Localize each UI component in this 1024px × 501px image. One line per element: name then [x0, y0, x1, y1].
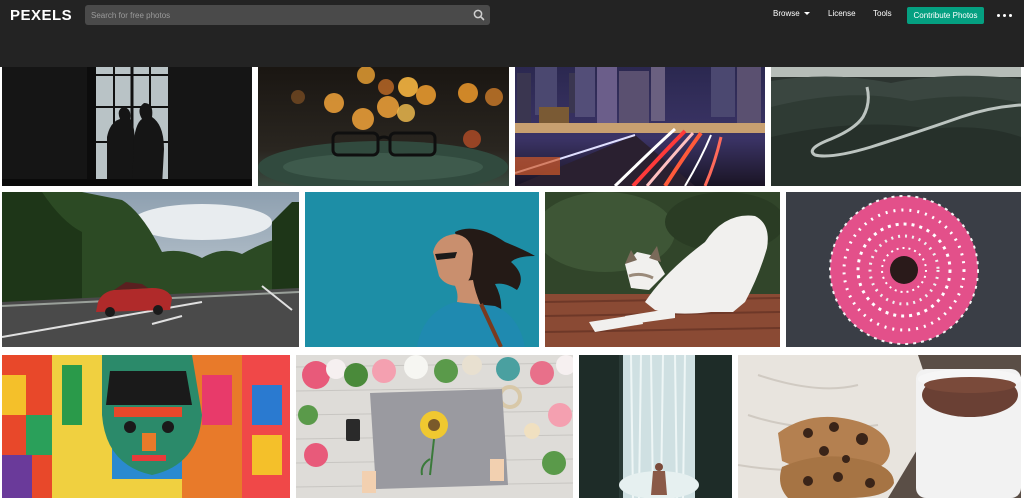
browse-label: Browse: [773, 9, 800, 18]
photo-winding-mountain-road[interactable]: [771, 67, 1021, 186]
tools-link[interactable]: Tools: [873, 9, 892, 18]
pexels-logo[interactable]: PEXELS: [10, 7, 72, 24]
photo-colorful-mural-face[interactable]: [2, 355, 290, 498]
photo-city-night-traffic[interactable]: [515, 67, 765, 186]
contribute-photos-button[interactable]: Contribute Photos: [907, 7, 984, 24]
license-link[interactable]: License: [828, 9, 856, 18]
photo-woman-teal-background[interactable]: [305, 192, 539, 347]
ellipsis-icon[interactable]: [997, 8, 1013, 22]
photo-cat-stretching[interactable]: [545, 192, 780, 347]
search-input[interactable]: [85, 5, 465, 25]
photo-cookies-hot-chocolate[interactable]: [738, 355, 1021, 498]
photo-pink-sprinkled-donut[interactable]: [786, 192, 1021, 347]
photo-flowers-sunflower-drawing[interactable]: [296, 355, 573, 498]
chevron-down-icon: [803, 12, 810, 15]
top-navigation-bar: PEXELS Browse License Tools Contribute P…: [0, 0, 1024, 67]
photo-couple-silhouette-window[interactable]: [2, 67, 252, 186]
photo-eyeglasses-bokeh[interactable]: [258, 67, 509, 186]
search-box[interactable]: [85, 5, 490, 25]
photo-waterfall-person[interactable]: [579, 355, 732, 498]
photo-red-convertible-highway[interactable]: [2, 192, 299, 347]
search-icon[interactable]: [472, 8, 486, 22]
browse-menu[interactable]: Browse: [773, 9, 810, 18]
